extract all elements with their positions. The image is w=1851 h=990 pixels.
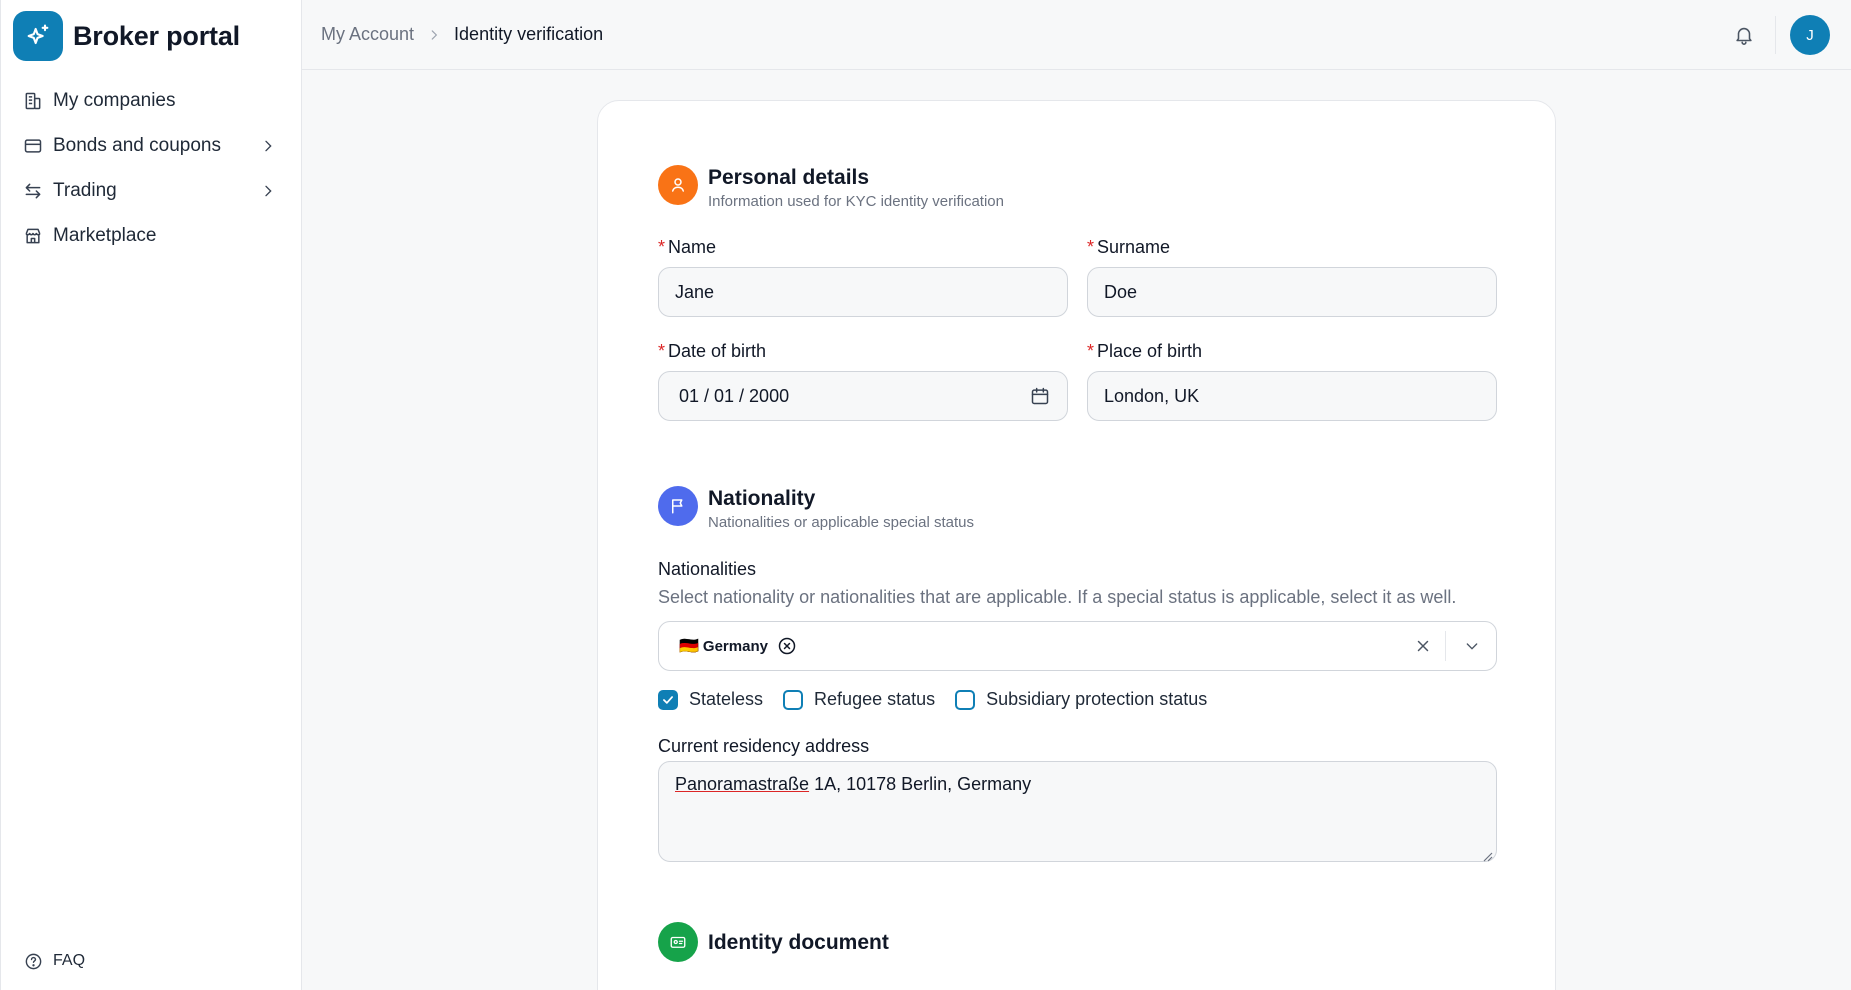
breadcrumb: My Account Identity verification bbox=[321, 24, 603, 45]
section-subtitle: Information used for KYC identity verifi… bbox=[708, 193, 1004, 210]
sidebar-nav: My companies Bonds and coupons Trading M… bbox=[1, 78, 301, 258]
section-subtitle: Nationalities or applicable special stat… bbox=[708, 514, 974, 531]
address-rest: 1A, 10178 Berlin, Germany bbox=[809, 774, 1032, 794]
resize-handle-icon[interactable] bbox=[1481, 846, 1493, 862]
nationality-tag: 🇩🇪 Germany bbox=[679, 636, 797, 656]
id-card-icon bbox=[658, 922, 698, 962]
checkbox-empty-icon[interactable] bbox=[783, 689, 804, 710]
section-title: Personal details bbox=[708, 166, 870, 189]
checkbox-label: Refugee status bbox=[814, 689, 936, 709]
sidebar-item-trading[interactable]: Trading bbox=[1, 168, 301, 213]
nationalities-select[interactable]: 🇩🇪 Germany bbox=[658, 621, 1497, 671]
subsidiary-protection-checkbox[interactable]: Subsidiary protection status bbox=[955, 689, 1207, 710]
pob-label: * Place of birth bbox=[1087, 341, 1203, 361]
calendar-icon[interactable] bbox=[1029, 385, 1051, 407]
section-title: Nationality bbox=[708, 487, 816, 510]
nationality-tag-label: Germany bbox=[702, 637, 768, 655]
bell-icon[interactable] bbox=[1729, 20, 1759, 50]
clear-icon[interactable] bbox=[1411, 634, 1435, 658]
checkbox-label: Subsidiary protection status bbox=[986, 689, 1208, 709]
avatar[interactable]: J bbox=[1790, 15, 1830, 55]
stateless-checkbox[interactable]: Stateless bbox=[658, 689, 763, 710]
identity-document-header: Identity document bbox=[658, 922, 889, 962]
brand[interactable]: Broker portal bbox=[13, 11, 240, 61]
user-icon bbox=[658, 165, 698, 205]
arrows-swap-icon bbox=[23, 181, 43, 201]
surname-field[interactable]: Doe bbox=[1087, 267, 1497, 317]
residency-address-textarea[interactable]: Panoramastraße 1A, 10178 Berlin, Germany bbox=[658, 761, 1497, 862]
chevron-right-icon[interactable] bbox=[259, 182, 277, 200]
sidebar-item-bonds-and-coupons[interactable]: Bonds and coupons bbox=[1, 123, 301, 168]
checkbox-empty-icon[interactable] bbox=[955, 689, 976, 710]
checkbox-checked-icon[interactable] bbox=[658, 689, 678, 710]
faq-link[interactable]: FAQ bbox=[23, 951, 85, 971]
breadcrumb-my-account[interactable]: My Account bbox=[321, 24, 414, 45]
special-status-group: Stateless Refugee status Subsidiary prot… bbox=[658, 689, 1227, 710]
question-circle-icon bbox=[23, 951, 43, 971]
nationality-header: Nationality Nationalities or applicable … bbox=[658, 486, 974, 531]
identity-verification-card: Personal details Information used for KY… bbox=[597, 100, 1556, 990]
sidebar-item-label: Bonds and coupons bbox=[53, 134, 221, 156]
store-icon bbox=[23, 226, 43, 246]
name-label: * Name bbox=[658, 237, 717, 257]
building-icon bbox=[23, 91, 43, 111]
place-of-birth-field[interactable]: London, UK bbox=[1087, 371, 1497, 421]
sparkle-logo-icon bbox=[13, 11, 63, 61]
flag-icon bbox=[658, 486, 698, 526]
germany-flag-icon: 🇩🇪 bbox=[679, 638, 699, 655]
sidebar-item-marketplace[interactable]: Marketplace bbox=[1, 213, 301, 258]
date-value: 01 / 01 / 2000 bbox=[679, 385, 790, 406]
remove-circle-icon[interactable] bbox=[777, 636, 797, 656]
address-street: Panoramastraße bbox=[675, 774, 810, 794]
card-icon bbox=[23, 136, 43, 156]
checkbox-label: Stateless bbox=[689, 689, 764, 709]
dob-label: * Date of birth bbox=[658, 341, 767, 361]
app-title: Broker portal bbox=[73, 20, 240, 51]
nationalities-helper: Select nationality or nationalities that… bbox=[658, 587, 1457, 607]
chevron-right-icon[interactable] bbox=[259, 137, 277, 155]
sidebar: Broker portal My companies Bonds and cou… bbox=[0, 0, 302, 990]
sidebar-item-my-companies[interactable]: My companies bbox=[1, 78, 301, 123]
top-header: My Account Identity verification J bbox=[302, 0, 1851, 70]
chevron-right-icon bbox=[424, 25, 444, 45]
address-label: Current residency address bbox=[658, 736, 870, 756]
breadcrumb-current: Identity verification bbox=[454, 24, 604, 44]
sidebar-item-label: My companies bbox=[53, 89, 176, 111]
refugee-status-checkbox[interactable]: Refugee status bbox=[783, 689, 935, 710]
surname-label: * Surname bbox=[1087, 237, 1171, 257]
header-divider bbox=[1775, 16, 1776, 54]
date-of-birth-field[interactable]: 01 / 01 / 2000 bbox=[658, 371, 1068, 421]
personal-details-header: Personal details Information used for KY… bbox=[658, 165, 1004, 210]
name-field[interactable]: Jane bbox=[658, 267, 1068, 317]
sidebar-item-label: Marketplace bbox=[53, 224, 157, 246]
section-title: Identity document bbox=[708, 931, 889, 954]
sidebar-item-label: Trading bbox=[53, 179, 117, 201]
faq-label: FAQ bbox=[53, 952, 86, 969]
nationalities-label: Nationalities bbox=[658, 559, 757, 579]
chevron-down-icon[interactable] bbox=[1460, 634, 1484, 658]
select-divider bbox=[1445, 631, 1446, 661]
